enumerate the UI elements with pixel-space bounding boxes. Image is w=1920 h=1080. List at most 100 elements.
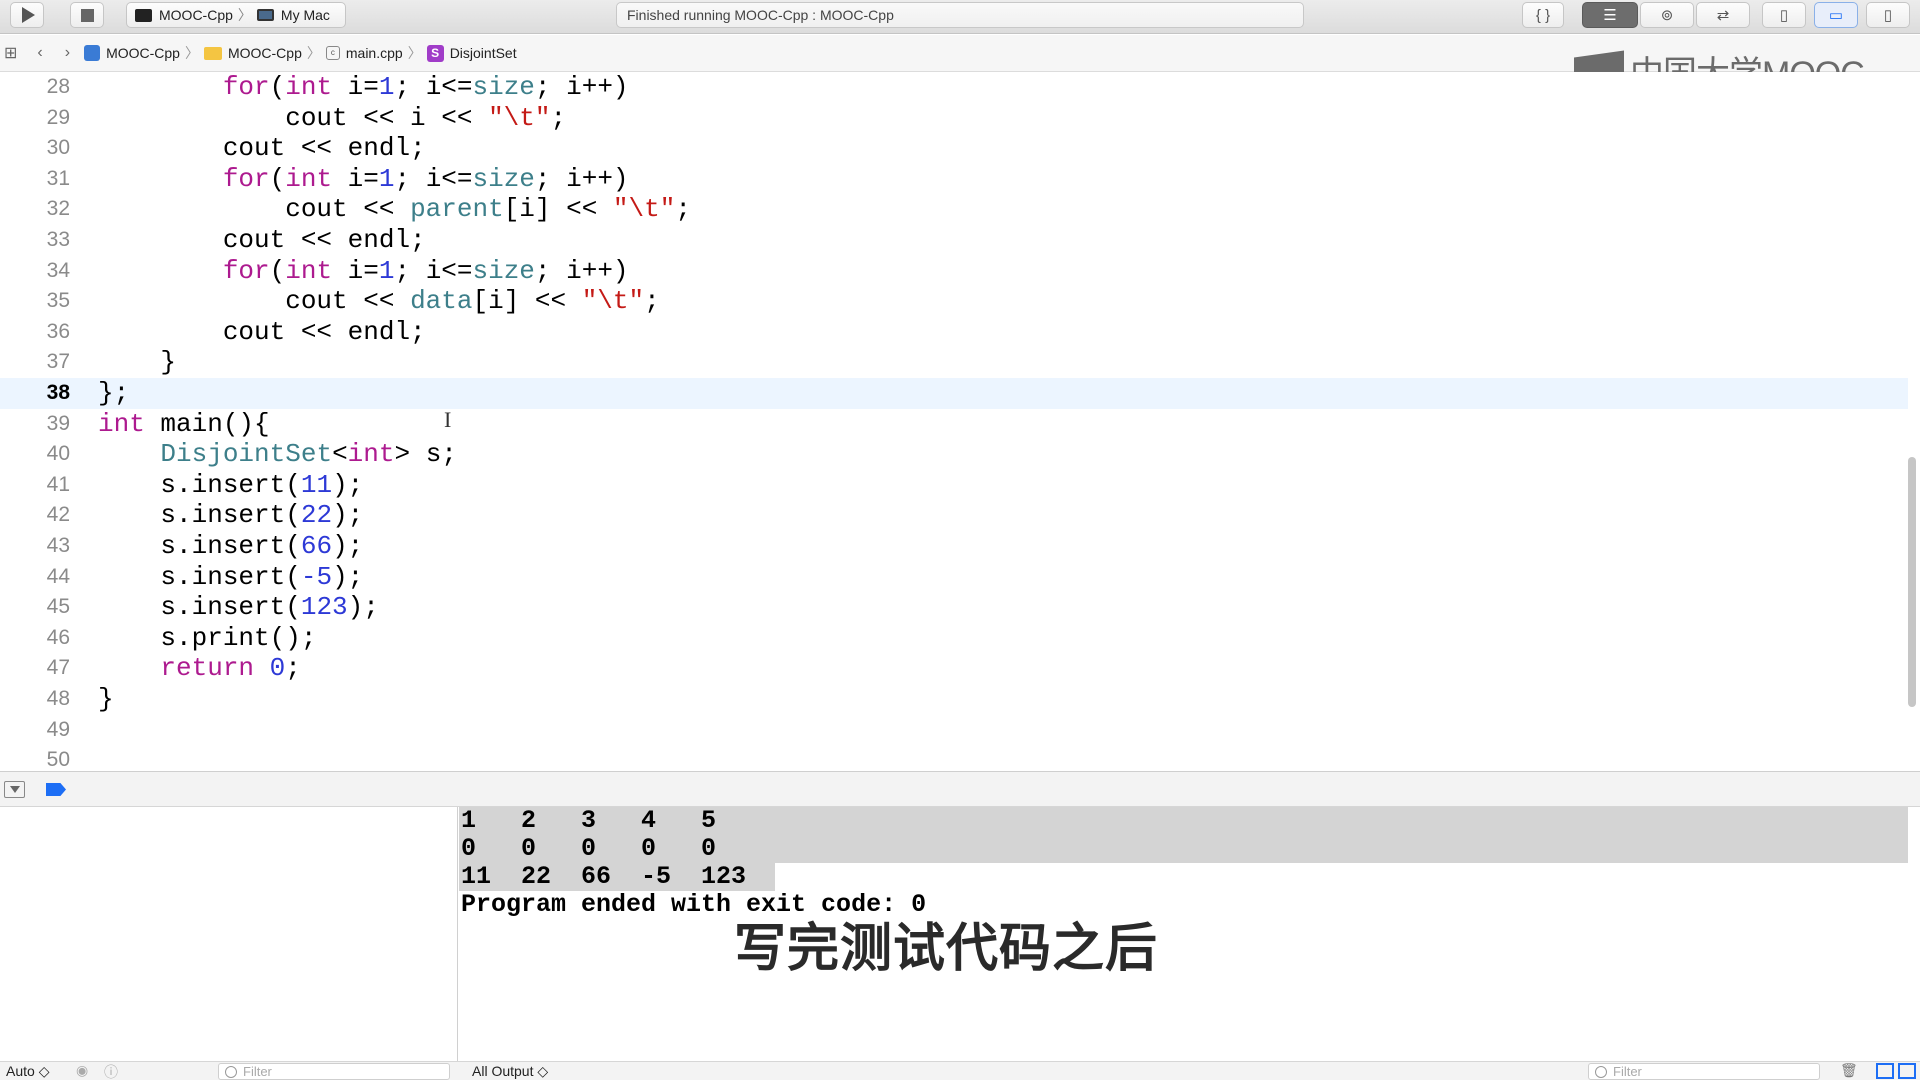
breadcrumb-symbol[interactable]: S DisjointSet [426, 44, 517, 62]
line-number: 37 [46, 350, 70, 374]
braces-icon: { } [1535, 6, 1551, 24]
variables-scope-selector[interactable]: Auto ◇ [6, 1063, 49, 1080]
code-line[interactable]: 28 for(int i=1; i<=size; i++) [0, 72, 1908, 103]
activity-status: Finished running MOOC-Cpp : MOOC-Cpp [616, 2, 1304, 28]
line-number: 50 [46, 748, 70, 771]
filter-placeholder: Filter [243, 1064, 272, 1079]
filter-icon [1595, 1065, 1607, 1078]
breakpoints-toggle-icon[interactable] [46, 783, 66, 796]
code-line[interactable]: 47 return 0; [0, 653, 1908, 684]
activity-status-text: Finished running MOOC-Cpp : MOOC-Cpp [627, 7, 894, 23]
code-snippet-button[interactable]: { } [1522, 2, 1564, 28]
console-output[interactable]: 1 2 3 4 5 0 0 0 0 0 11 22 66 -5 123 Prog… [459, 807, 1920, 1061]
code-line[interactable]: 41 s.insert(11); [0, 470, 1908, 501]
split-view-left-icon[interactable] [1876, 1063, 1894, 1079]
line-number: 44 [46, 564, 70, 588]
line-number: 30 [46, 136, 70, 160]
related-items-icon[interactable]: ⊞ [4, 43, 17, 63]
code-line[interactable]: 44 s.insert(-5); [0, 562, 1908, 593]
code-text: s.insert(-5); [98, 561, 364, 592]
variables-filter-input[interactable]: Filter [218, 1063, 450, 1080]
toggle-inspector-button[interactable]: ▯ [1866, 2, 1910, 28]
variables-view[interactable] [0, 807, 458, 1061]
code-line[interactable]: 45 s.insert(123); [0, 592, 1908, 623]
info-icon[interactable]: ⓘ [104, 1062, 118, 1080]
code-text: s.insert(66); [98, 531, 364, 561]
code-line[interactable]: 32 cout << parent[i] << "\t"; [0, 194, 1908, 225]
breadcrumb-project[interactable]: MOOC-Cpp [84, 45, 180, 61]
line-number: 48 [46, 687, 70, 710]
breadcrumb-label: MOOC-Cpp [227, 45, 302, 61]
chevron-right-icon: 〉 [407, 45, 422, 61]
line-number: 35 [46, 289, 70, 313]
folder-icon [203, 46, 222, 60]
line-number: 29 [46, 105, 70, 129]
destination-label: My Mac [280, 7, 330, 23]
line-number: 39 [46, 411, 70, 435]
toggle-debug-area-button[interactable]: ▭ [1814, 2, 1858, 28]
play-icon [22, 7, 35, 23]
assistant-editor-button[interactable]: ⊚ [1640, 2, 1694, 28]
eye-icon[interactable]: ◉ [76, 1062, 88, 1079]
code-text: s.insert(22); [98, 500, 364, 531]
code-line[interactable]: 46 s.print(); [0, 623, 1908, 654]
hide-debug-area-button[interactable] [4, 781, 25, 798]
code-text: for(int i=1; i<=size; i++) [222, 163, 629, 194]
code-line[interactable]: 35 cout << data[i] << "\t"; [0, 286, 1908, 317]
left-panel-icon: ▯ [1779, 7, 1789, 24]
code-line[interactable]: 31 for(int i=1; i<=size; i++) [0, 164, 1908, 195]
toggle-navigator-button[interactable]: ▯ [1762, 2, 1806, 28]
back-arrow-icon[interactable]: ‹ [37, 44, 42, 62]
code-line[interactable]: 29 cout << i << "\t"; [0, 103, 1908, 134]
line-number: 41 [46, 472, 70, 496]
mac-icon [256, 9, 274, 21]
code-line[interactable]: 49 [0, 715, 1908, 746]
code-line[interactable]: 34 for(int i=1; i<=size; i++) [0, 256, 1908, 287]
stop-icon [80, 8, 94, 22]
debug-bottom-bar: Auto ◇ ◉ ⓘ Filter All Output ◇ Filter 🗑 [0, 1061, 1920, 1080]
split-view-right-icon[interactable] [1898, 1063, 1916, 1079]
breadcrumb-label: MOOC-Cpp [106, 45, 180, 61]
struct-icon: S [426, 44, 444, 62]
code-line[interactable]: 30 cout << endl; [0, 133, 1908, 164]
code-line[interactable]: 43 s.insert(66); [0, 531, 1908, 562]
code-text: cout << endl; [98, 133, 426, 164]
standard-editor-button[interactable]: ☰ [1582, 2, 1638, 28]
line-number: 38 [46, 381, 70, 404]
editor-scrollbar[interactable] [1908, 457, 1916, 707]
code-editor[interactable]: 28 for(int i=1; i<=size; i++) 29 cout <<… [0, 72, 1920, 771]
code-line[interactable]: 37 } [0, 347, 1908, 378]
code-text: for(int i=1; i<=size; i++) [222, 72, 629, 102]
breadcrumb-file[interactable]: c main.cpp [325, 45, 403, 61]
cpp-file-icon: c [325, 46, 340, 60]
output-selector[interactable]: All Output ◇ [472, 1063, 548, 1080]
code-line[interactable]: 42 s.insert(22); [0, 500, 1908, 531]
code-text: } [98, 684, 114, 714]
console-line: 0 0 0 0 0 [461, 834, 717, 863]
code-line[interactable]: 33 cout << endl; [0, 225, 1908, 256]
lines-icon: ☰ [1603, 7, 1617, 24]
code-line[interactable]: 50 [0, 745, 1908, 771]
code-text: cout << data[i] << "\t"; [98, 286, 660, 317]
trash-icon[interactable]: 🗑 [1840, 1062, 1858, 1079]
code-line[interactable]: 48} [0, 684, 1908, 715]
code-text: for(int i=1; i<=size; i++) [222, 255, 629, 286]
line-number: 32 [46, 197, 70, 221]
code-text: }; [98, 378, 130, 408]
code-line[interactable]: 36 cout << endl; [0, 317, 1908, 348]
code-line[interactable]: 39 int main(){ [0, 409, 1908, 440]
console-filter-input[interactable]: Filter [1588, 1063, 1820, 1080]
code-line[interactable]: 40 DisjointSet<int> s; [0, 439, 1908, 470]
breadcrumb-folder[interactable]: MOOC-Cpp [203, 45, 302, 61]
console-line: 11 22 66 -5 123 [461, 862, 747, 891]
chevron-right-icon: 〉 [184, 45, 199, 61]
code-line-current[interactable]: 38}; [0, 378, 1908, 409]
run-button[interactable] [10, 2, 44, 28]
stop-button[interactable] [70, 2, 104, 28]
line-number: 45 [46, 595, 70, 619]
video-subtitle: 写完测试代码之后 [734, 919, 1159, 979]
forward-arrow-icon[interactable]: › [65, 44, 70, 62]
version-editor-button[interactable]: ⇄ [1696, 2, 1750, 28]
scheme-selector[interactable]: MOOC-Cpp 〉 My Mac [126, 2, 346, 28]
code-text: DisjointSet<int> s; [160, 439, 457, 470]
